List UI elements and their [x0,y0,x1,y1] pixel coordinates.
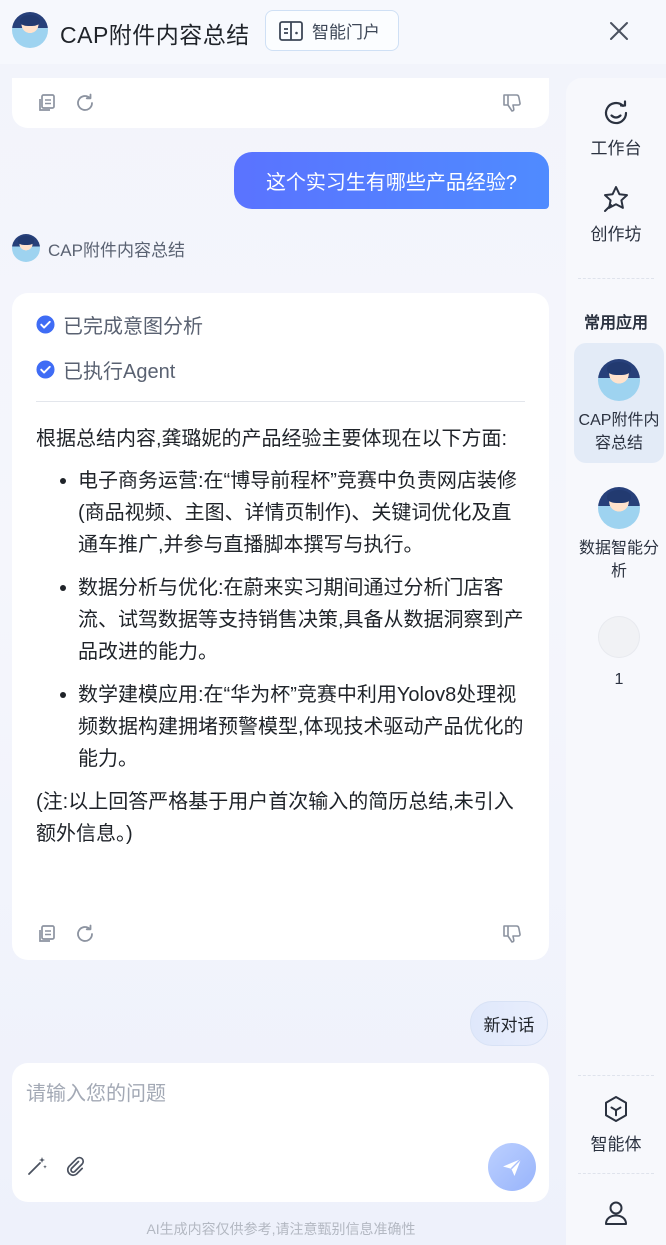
answer-note: (注:以上回答严格基于用户首次输入的简历总结,未引入额外信息。) [36,791,514,845]
refresh-icon [77,93,93,111]
dislike-button[interactable] [501,923,523,945]
new-chat-button[interactable]: 新对话 [470,1001,548,1046]
dislike-button[interactable] [501,92,523,114]
sidebar-app-label: CAP附件内容总结 [578,412,660,452]
bot-name-label: CAP附件内容总结 [12,234,185,262]
previous-answer-card [12,78,549,128]
answer-divider [36,401,525,402]
status-intent-analysis: 已完成意图分析 [36,310,203,339]
sidebar-app-label: 1 [614,671,624,688]
answer-card: 已完成意图分析 已执行Agent 根据总结内容,龚璐妮的产品经验主要体现在以下方… [12,293,549,960]
refresh-icon [77,924,93,942]
sidebar-divider [578,278,654,279]
regenerate-button[interactable] [74,923,96,945]
workbench-icon [604,100,628,125]
status-text: 已执行Agent [63,361,176,383]
thumbs-down-icon [503,94,521,112]
sidebar-divider [578,1173,654,1174]
right-sidebar: 工作台 创作坊 常用应用 CAP附件内容总结 数据智能分析 1 智能体 [566,78,666,1245]
answer-list-item: 数学建模应用:在“华为杯”竞赛中利用Yolov8处理视频数据构建拥堵预警模型,体… [36,679,528,775]
app-1-avatar [598,616,640,658]
sidebar-item-workbench[interactable]: 工作台 [566,98,666,159]
paperclip-icon [66,1156,85,1177]
portal-icon [279,20,303,41]
check-circle-icon [36,315,55,334]
app-header: CAP附件内容总结 智能门户 [0,0,666,64]
answer-list-item: 电子商务运营:在“博导前程杯”竞赛中负责网店装修(商品视频、主图、详情页制作)、… [36,465,528,561]
answer-body: 根据总结内容,龚璐妮的产品经验主要体现在以下方面: 电子商务运营:在“博导前程杯… [36,423,528,850]
agent-cube-icon [605,1096,627,1122]
copy-button[interactable] [36,92,58,114]
creation-star-icon [604,186,628,212]
sidebar-item-agent[interactable]: 智能体 [566,1094,666,1155]
magic-wand-icon [28,1157,47,1175]
answer-list-item: 数据分析与优化:在蔚来实习期间通过分析门店客流、试驾数据等支持销售决策,具备从数… [36,572,528,668]
close-button[interactable] [604,16,634,46]
common-apps-heading: 常用应用 [583,315,648,332]
copy-icon [39,94,55,111]
user-message-bubble: 这个实习生有哪些产品经验? [234,152,549,209]
question-input[interactable] [26,1077,531,1137]
check-circle-icon [36,360,55,379]
answer-list: 电子商务运营:在“博导前程杯”竞赛中负责网店装修(商品视频、主图、详情页制作)、… [36,465,528,775]
copy-button[interactable] [36,923,58,945]
sidebar-divider [578,1075,654,1076]
chat-input-box [12,1063,549,1202]
smart-portal-label: 智能门户 [312,23,380,42]
sidebar-item-creation-label: 创作坊 [590,225,642,244]
user-profile-button[interactable] [566,1198,666,1234]
status-text: 已完成意图分析 [63,316,203,338]
sidebar-item-creation[interactable]: 创作坊 [566,184,666,245]
app-title: CAP附件内容总结 [60,22,250,48]
ai-disclaimer: AI生成内容仅供参考,请注意甄别信息准确性 [146,1221,416,1237]
send-icon [503,1158,522,1176]
user-icon [605,1201,627,1225]
send-button[interactable] [488,1143,536,1191]
status-agent-executed: 已执行Agent [36,355,175,384]
data-analysis-avatar [598,487,640,529]
sidebar-app-label: 数据智能分析 [578,540,659,580]
cap-summary-avatar [598,359,640,401]
bot-avatar [12,234,40,262]
sidebar-item-workbench-label: 工作台 [590,139,642,158]
thumbs-down-icon [503,925,521,943]
smart-portal-button[interactable]: 智能门户 [265,10,399,51]
sidebar-app-1[interactable]: 1 [574,600,664,690]
bot-name: CAP附件内容总结 [48,240,185,260]
copy-icon [39,925,55,942]
attach-button[interactable] [64,1155,86,1177]
sidebar-item-agent-label: 智能体 [590,1135,642,1154]
regenerate-button[interactable] [74,92,96,114]
app-avatar [12,12,48,48]
sidebar-app-data-analysis[interactable]: 数据智能分析 [574,471,664,591]
magic-wand-button[interactable] [26,1155,48,1177]
close-icon [610,22,628,40]
sidebar-app-cap-summary[interactable]: CAP附件内容总结 [574,343,664,463]
answer-intro: 根据总结内容,龚璐妮的产品经验主要体现在以下方面: [36,428,508,450]
